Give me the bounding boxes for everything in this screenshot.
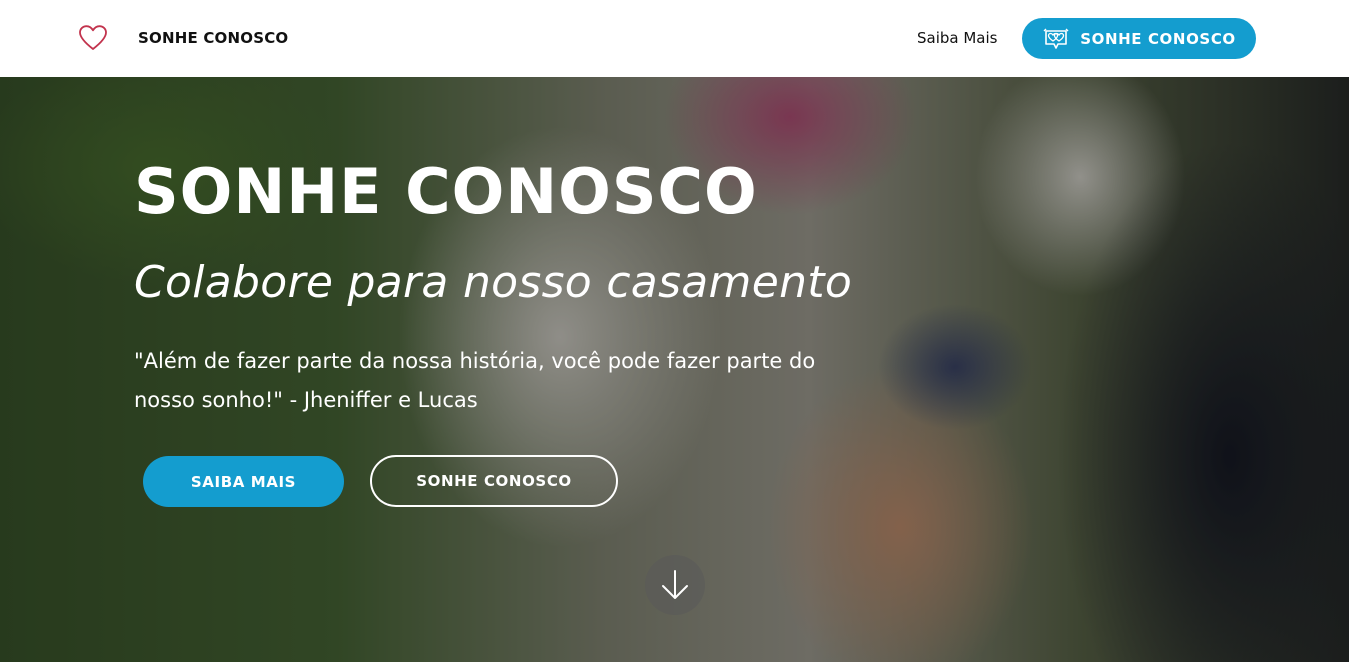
- hero-title: SONHE CONOSCO: [134, 155, 758, 228]
- header-cta-button[interactable]: SONHE CONOSCO: [1022, 18, 1256, 59]
- hero-quote: "Além de fazer parte da nossa história, …: [134, 349, 816, 412]
- hero-section: SONHE CONOSCO Colabore para nosso casame…: [0, 77, 1349, 662]
- brand-name[interactable]: SONHE CONOSCO: [138, 29, 288, 47]
- arrow-down-icon: [662, 570, 688, 599]
- header-cta-label: SONHE CONOSCO: [1080, 29, 1236, 48]
- nav-link-saiba-mais[interactable]: Saiba Mais: [917, 29, 997, 47]
- site-header: SONHE CONOSCO Saiba Mais SONHE CONOSCO: [0, 0, 1349, 77]
- saiba-mais-button[interactable]: SAIBA MAIS: [143, 456, 344, 507]
- heart-outline-icon[interactable]: [79, 25, 107, 51]
- scroll-down-button[interactable]: [645, 555, 705, 615]
- hero-subtitle: Colabore para nosso casamento: [134, 257, 853, 308]
- sonhe-conosco-button[interactable]: SONHE CONOSCO: [370, 455, 618, 507]
- double-heart-sign-icon: [1043, 28, 1069, 49]
